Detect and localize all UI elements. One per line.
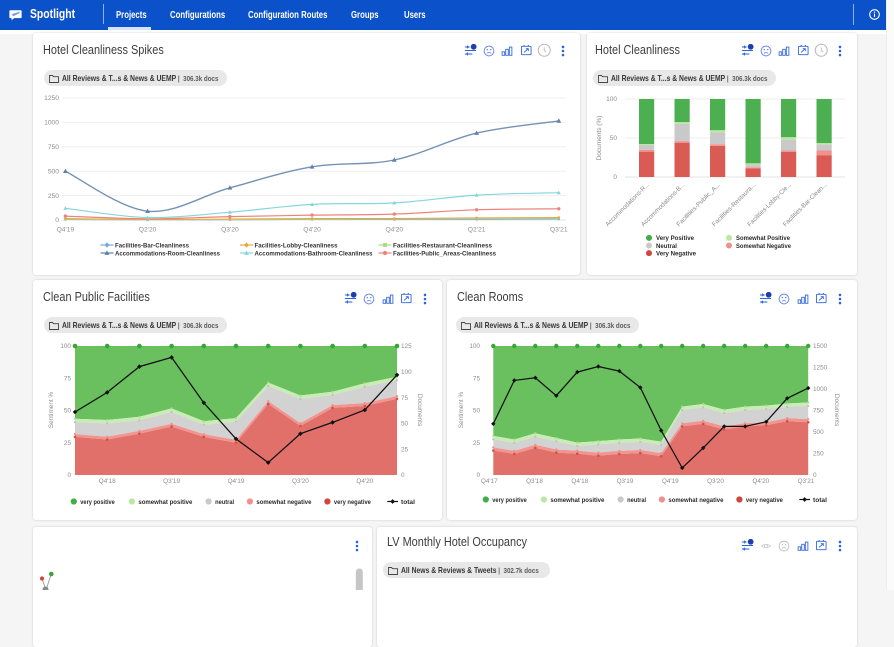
svg-text:1000: 1000 <box>813 386 828 393</box>
svg-text:somewhat negative: somewhat negative <box>668 497 723 504</box>
svg-text:0: 0 <box>55 217 59 224</box>
svg-text:Q3'18: Q3'18 <box>526 478 543 485</box>
svg-text:Documents: Documents <box>416 394 423 426</box>
svg-text:1250: 1250 <box>813 365 828 372</box>
svg-text:Facilities-Bar-Clean...: Facilities-Bar-Clean... <box>782 181 829 228</box>
svg-text:1500: 1500 <box>813 343 828 350</box>
svg-text:total: total <box>813 497 827 504</box>
svg-text:0: 0 <box>613 174 617 181</box>
svg-text:total: total <box>401 499 415 506</box>
svg-text:Q3'19: Q3'19 <box>163 478 180 485</box>
svg-text:neutral: neutral <box>627 497 646 504</box>
svg-text:Very Positive: Very Positive <box>656 235 694 242</box>
svg-text:Q3'21: Q3'21 <box>550 227 568 234</box>
svg-text:100: 100 <box>401 369 412 376</box>
svg-text:Accommodations-Bathroom-Cleanl: Accommodations-Bathroom-Cleanliness <box>255 250 373 257</box>
svg-text:Q4'19: Q4'19 <box>57 227 75 234</box>
svg-text:100: 100 <box>606 96 617 103</box>
svg-text:50: 50 <box>401 421 409 428</box>
svg-text:75: 75 <box>401 395 409 402</box>
svg-text:very negative: very negative <box>746 497 783 504</box>
svg-text:Sentiment %: Sentiment % <box>48 392 55 429</box>
svg-text:Q4'20: Q4'20 <box>303 227 321 234</box>
svg-text:Q2'21: Q2'21 <box>468 227 486 234</box>
svg-text:Q3'19: Q3'19 <box>617 478 634 485</box>
svg-text:Q4'20: Q4'20 <box>752 478 769 485</box>
svg-text:Facilities-Restaura...: Facilities-Restaura... <box>711 181 758 228</box>
svg-text:Accommodations-R...: Accommodations-R... <box>604 181 651 228</box>
svg-text:somewhat negative: somewhat negative <box>256 499 311 506</box>
svg-text:somewhat positive: somewhat positive <box>550 497 604 504</box>
svg-text:Q4'19: Q4'19 <box>662 478 679 485</box>
svg-text:0: 0 <box>476 472 480 479</box>
svg-text:0: 0 <box>401 472 405 479</box>
svg-text:Q3'20: Q3'20 <box>292 478 309 485</box>
svg-text:Very Negative: Very Negative <box>656 250 696 257</box>
svg-text:1000: 1000 <box>44 120 59 127</box>
svg-text:Q4'18: Q4'18 <box>99 478 116 485</box>
svg-text:Q4'19: Q4'19 <box>228 478 245 485</box>
svg-text:50: 50 <box>610 135 618 142</box>
svg-text:Facilities-Public_Areas-Cleanl: Facilities-Public_Areas-Cleanliness <box>393 250 496 257</box>
svg-text:very positive: very positive <box>492 497 527 504</box>
svg-text:0: 0 <box>67 472 71 479</box>
svg-text:Documents: Documents <box>833 394 840 426</box>
svg-text:75: 75 <box>473 376 481 383</box>
svg-text:250: 250 <box>48 193 59 200</box>
svg-text:Sentiment %: Sentiment % <box>458 392 465 429</box>
svg-text:Somewhat Negative: Somewhat Negative <box>736 243 791 250</box>
svg-text:Facilities-Restaurant-Cleanlin: Facilities-Restaurant-Cleanliness <box>393 242 492 249</box>
svg-text:750: 750 <box>813 408 824 415</box>
svg-text:neutral: neutral <box>215 499 234 506</box>
svg-text:50: 50 <box>473 408 481 415</box>
svg-text:Q3'21: Q3'21 <box>798 478 815 485</box>
svg-text:500: 500 <box>48 168 59 175</box>
svg-text:1250: 1250 <box>44 95 59 102</box>
svg-text:500: 500 <box>813 429 824 436</box>
svg-text:Accommodations-B...: Accommodations-B... <box>640 181 687 228</box>
svg-text:25: 25 <box>401 446 409 453</box>
svg-text:125: 125 <box>401 343 412 350</box>
svg-text:Q4'20: Q4'20 <box>356 478 373 485</box>
svg-text:somewhat positive: somewhat positive <box>138 499 192 506</box>
svg-text:50: 50 <box>64 408 72 415</box>
svg-text:100: 100 <box>469 343 480 350</box>
svg-text:Facilities-Bar-Cleanliness: Facilities-Bar-Cleanliness <box>115 242 189 249</box>
svg-text:Facilities-Public_A...: Facilities-Public_A... <box>675 181 722 228</box>
svg-text:Q3'20: Q3'20 <box>707 478 724 485</box>
svg-text:very positive: very positive <box>80 499 115 506</box>
svg-text:750: 750 <box>48 144 59 151</box>
svg-text:0: 0 <box>813 472 817 479</box>
svg-text:75: 75 <box>64 376 72 383</box>
svg-text:Q2'20: Q2'20 <box>139 227 157 234</box>
svg-text:Documents (%): Documents (%) <box>596 116 603 161</box>
svg-text:Neutral: Neutral <box>656 243 677 250</box>
svg-text:very negative: very negative <box>334 499 371 506</box>
svg-text:Q4'18: Q4'18 <box>571 478 588 485</box>
svg-text:Facilities-Lobby-Cle...: Facilities-Lobby-Cle... <box>746 181 793 228</box>
svg-text:Q4'17: Q4'17 <box>481 478 498 485</box>
svg-text:25: 25 <box>473 440 481 447</box>
svg-text:Q3'20: Q3'20 <box>221 227 239 234</box>
svg-text:250: 250 <box>813 451 824 458</box>
svg-text:25: 25 <box>64 440 72 447</box>
svg-text:Accommodations-Room-Cleanlines: Accommodations-Room-Cleanliness <box>115 250 220 257</box>
svg-text:Somewhat Positive: Somewhat Positive <box>736 235 790 242</box>
svg-text:Q4'20: Q4'20 <box>385 227 403 234</box>
svg-text:Facilities-Lobby-Cleanliness: Facilities-Lobby-Cleanliness <box>255 242 338 249</box>
svg-text:100: 100 <box>60 343 71 350</box>
